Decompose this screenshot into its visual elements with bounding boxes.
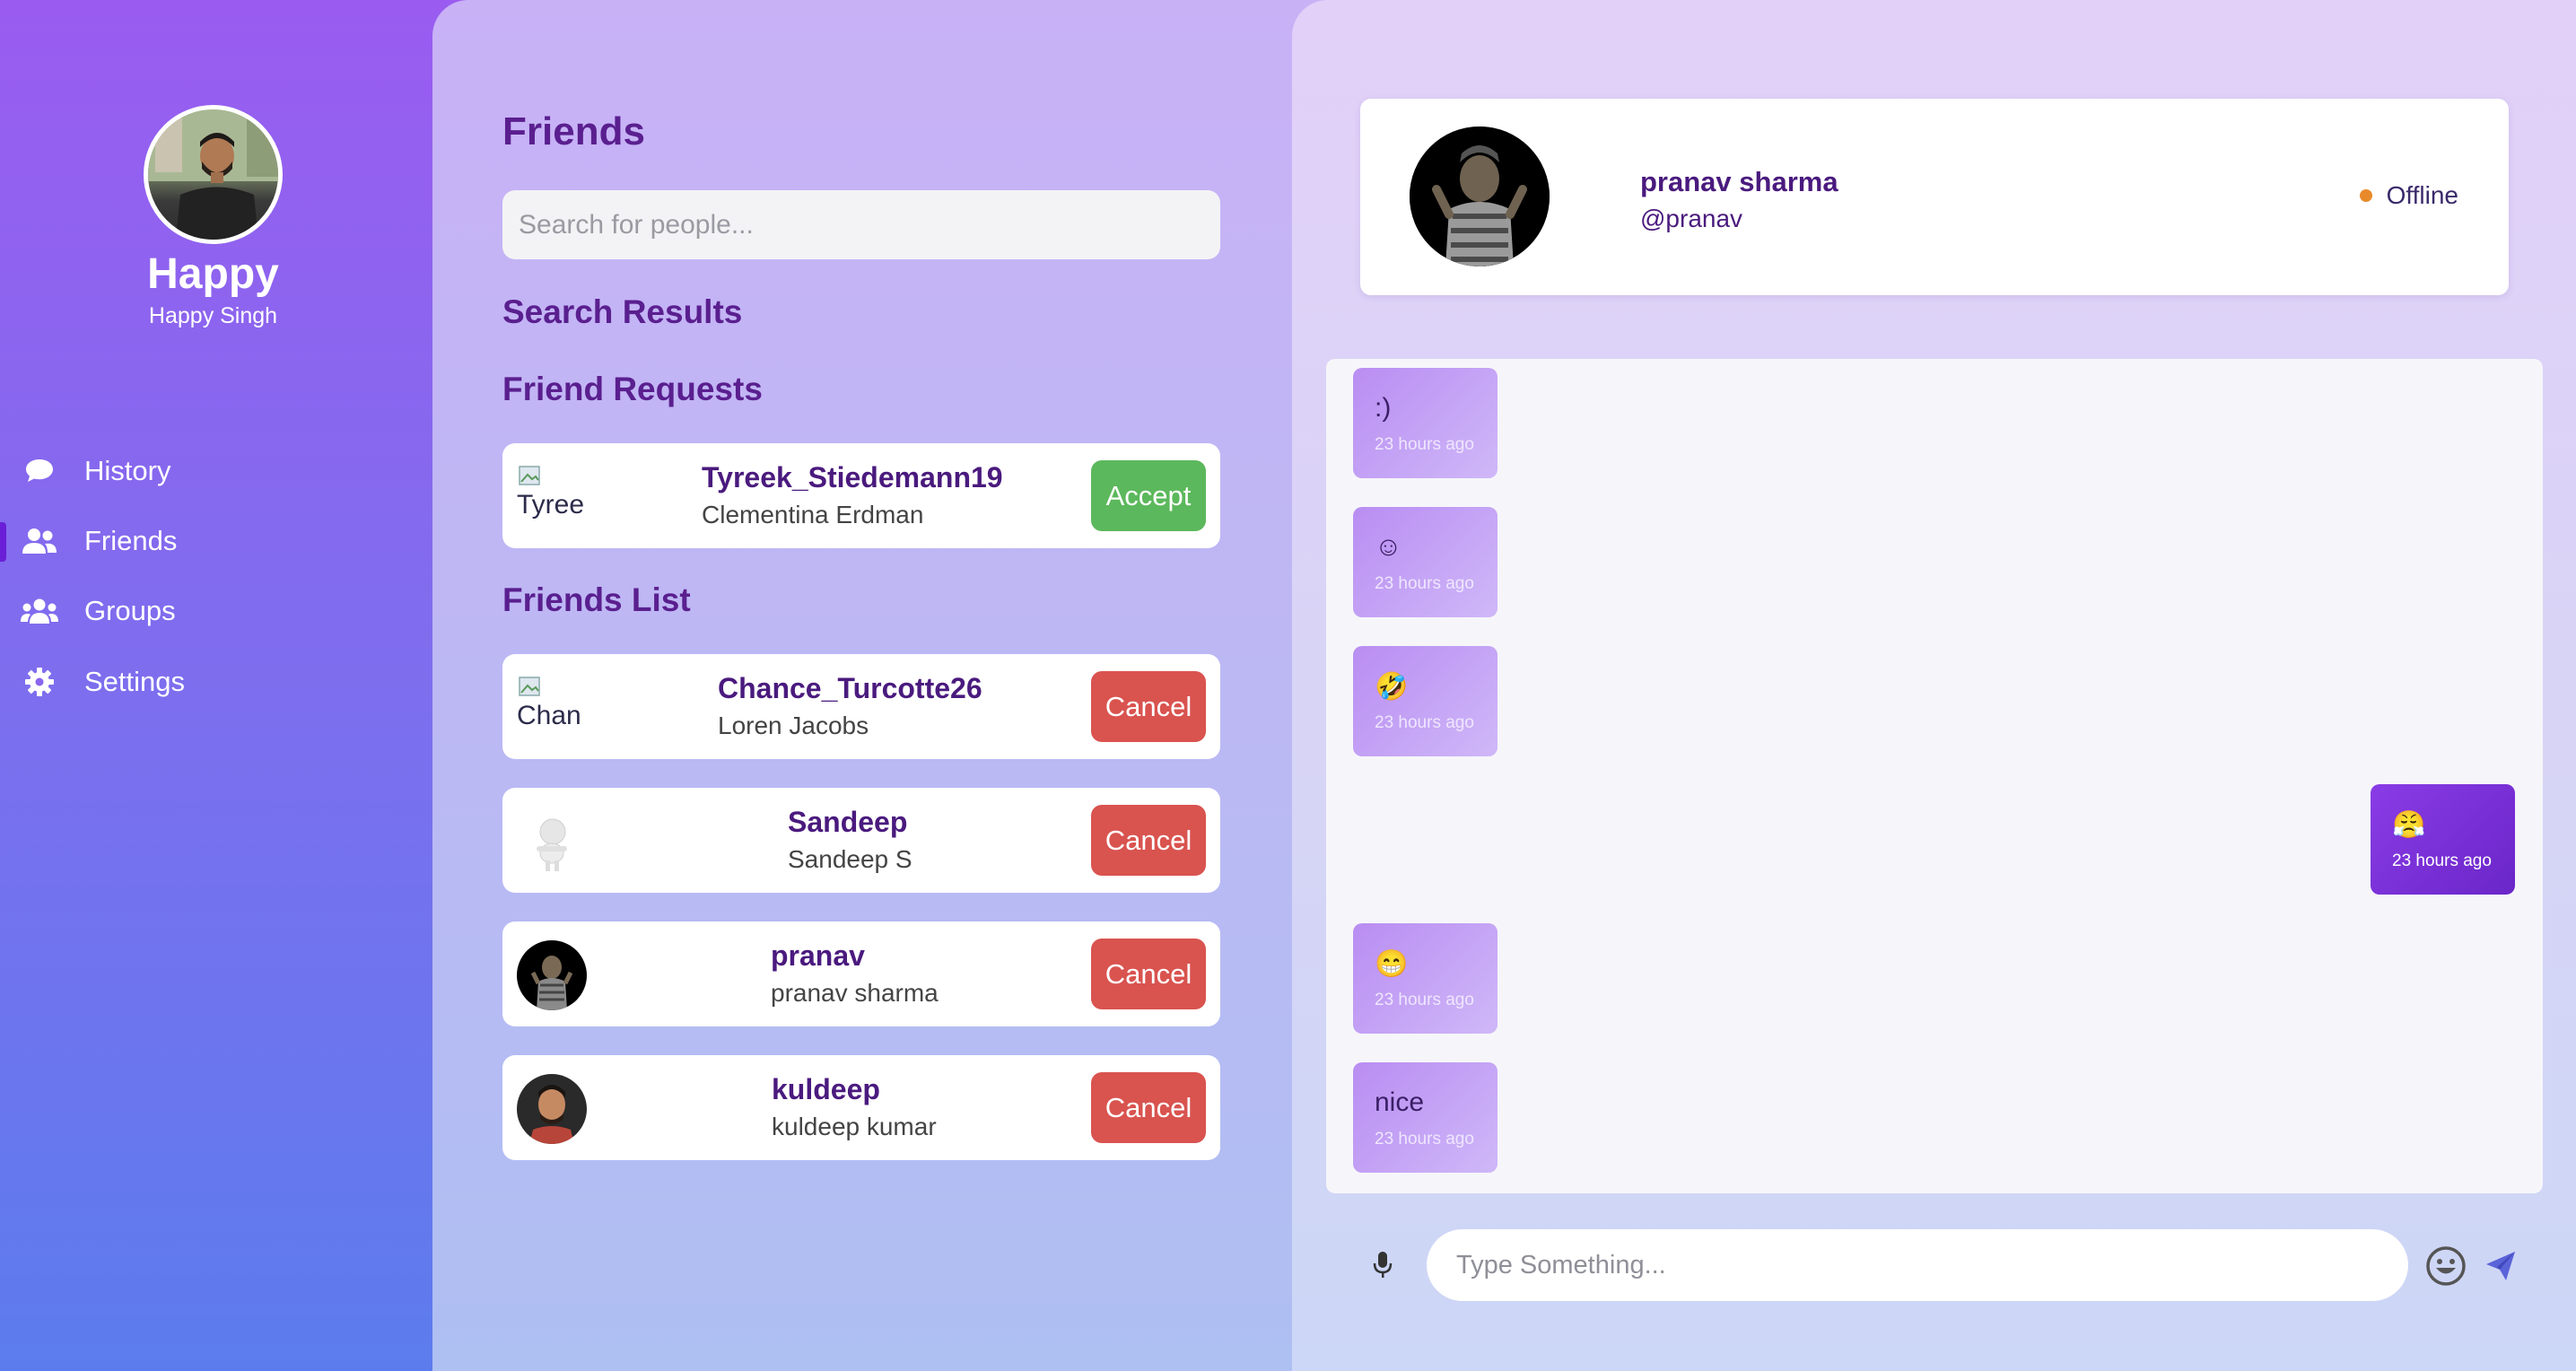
user-avatar[interactable] [144, 105, 283, 244]
nav-item-history[interactable]: History [0, 443, 422, 499]
nav-item-groups[interactable]: Groups [0, 583, 422, 639]
sidebar: Happy Happy Singh History Friends Groups… [0, 0, 432, 1371]
gear-icon [20, 667, 59, 697]
friend-username: Chance_Turcotte26 [718, 672, 982, 704]
user-friends-icon [20, 528, 59, 555]
nav-label: History [84, 455, 171, 486]
chat-panel: pranav sharma @pranav Offline :) 23 hour… [1292, 0, 2576, 1371]
cancel-button[interactable]: Cancel [1091, 1072, 1206, 1143]
message-time: 23 hours ago [2392, 851, 2492, 870]
message-bubble: :) 23 hours ago [1353, 368, 1498, 478]
message-input[interactable] [1427, 1229, 2408, 1301]
message-text: :) [1375, 393, 1392, 423]
broken-image-icon: Chan [517, 674, 581, 731]
send-icon[interactable] [2482, 1247, 2519, 1285]
avatar [517, 807, 587, 877]
message-text: 🤣 [1375, 672, 1409, 702]
message-text: 😤 [2392, 810, 2426, 840]
users-icon [20, 598, 59, 624]
message-bubble: 🤣 23 hours ago [1353, 646, 1498, 756]
nav-label: Groups [84, 595, 176, 626]
microphone-icon[interactable] [1371, 1249, 1394, 1281]
message-bubble-own: 😤 23 hours ago [2371, 784, 2515, 895]
contact-handle: @pranav [1640, 205, 1743, 232]
cancel-button[interactable]: Cancel [1091, 939, 1206, 1009]
nav-item-friends[interactable]: Friends [0, 513, 422, 569]
friend-card: pranav pranav sharma Cancel [502, 921, 1220, 1026]
cancel-button[interactable]: Cancel [1091, 805, 1206, 876]
friend-request-card: Tyree Tyreek_Stiedemann19 Clementina Erd… [502, 443, 1220, 548]
message-time: 23 hours ago [1375, 713, 1474, 732]
message-text: nice [1375, 1087, 1425, 1117]
message-time: 23 hours ago [1375, 574, 1474, 593]
page-title: Friends [502, 109, 645, 153]
accept-button[interactable]: Accept [1091, 460, 1206, 531]
message-bubble: ☺ 23 hours ago [1353, 507, 1498, 617]
request-username: Tyreek_Stiedemann19 [702, 461, 1003, 493]
avatar-alt-text: Tyree [517, 490, 585, 520]
friend-username: kuldeep [772, 1073, 880, 1105]
nav-label: Friends [84, 525, 178, 556]
user-display-name: Happy [147, 250, 279, 298]
message-bubble: 😁 23 hours ago [1353, 923, 1498, 1034]
friend-card: Chan Chance_Turcotte26 Loren Jacobs Canc… [502, 654, 1220, 759]
message-time: 23 hours ago [1375, 435, 1474, 454]
message-time: 23 hours ago [1375, 1130, 1474, 1148]
friend-full-name: Sandeep S [788, 845, 913, 873]
friend-username: Sandeep [788, 806, 908, 838]
friend-username: pranav [771, 939, 865, 972]
search-results-heading: Search Results [502, 293, 743, 330]
user-full-name: Happy Singh [148, 303, 278, 328]
status-badge: Offline [2359, 181, 2458, 210]
avatar [517, 1074, 587, 1144]
status-text: Offline [2386, 181, 2458, 209]
friends-list-heading: Friends List [502, 581, 691, 618]
request-full-name: Clementina Erdman [702, 501, 924, 528]
contact-avatar[interactable] [1410, 127, 1550, 266]
message-list: :) 23 hours ago ☺ 23 hours ago 🤣 23 hour… [1326, 359, 2543, 1193]
status-dot-icon [2359, 189, 2372, 202]
chat-header: pranav sharma @pranav Offline [1360, 99, 2509, 295]
chat-bubble-icon [20, 458, 59, 485]
message-time: 23 hours ago [1375, 991, 1474, 1009]
friend-card: Sandeep Sandeep S Cancel [502, 788, 1220, 893]
nav-item-settings[interactable]: Settings [0, 654, 422, 710]
broken-image-icon: Tyree [517, 463, 584, 520]
avatar-alt-text: Chan [517, 701, 581, 730]
message-bubble: nice 23 hours ago [1353, 1062, 1498, 1173]
friend-card: kuldeep kuldeep kumar Cancel [502, 1055, 1220, 1160]
avatar [517, 940, 587, 1010]
search-input[interactable] [502, 190, 1220, 259]
emoji-icon[interactable] [2423, 1244, 2468, 1288]
contact-name: pranav sharma [1640, 166, 1838, 197]
friend-full-name: Loren Jacobs [718, 712, 869, 739]
nav-label: Settings [84, 666, 186, 697]
friend-full-name: pranav sharma [771, 979, 939, 1007]
cancel-button[interactable]: Cancel [1091, 671, 1206, 742]
message-text: 😁 [1375, 949, 1409, 979]
friend-full-name: kuldeep kumar [772, 1113, 937, 1140]
friends-panel: Friends Search Results Friend Requests T… [432, 0, 1330, 1371]
message-text: ☺ [1375, 532, 1402, 562]
friend-requests-heading: Friend Requests [502, 371, 763, 407]
